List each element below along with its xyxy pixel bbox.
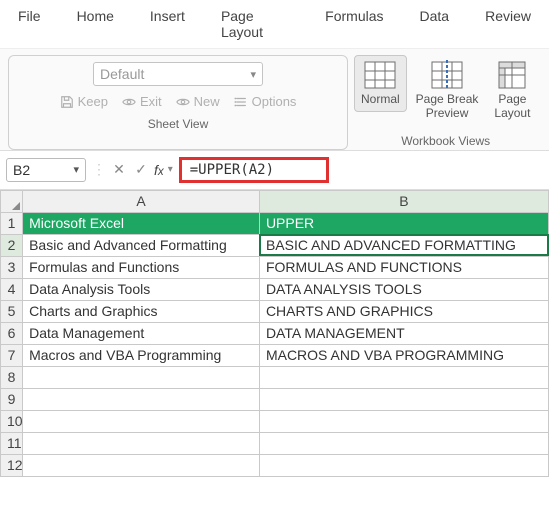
formula-input[interactable]: =UPPER(A2) <box>179 157 329 183</box>
grid-icon <box>495 60 529 90</box>
menu-item-formulas[interactable]: Formulas <box>307 4 401 44</box>
spreadsheet-grid[interactable]: A B 1Microsoft ExcelUPPER 2Basic and Adva… <box>0 190 549 477</box>
fx-icon[interactable]: fx <box>154 162 164 178</box>
sheet-view-dropdown[interactable]: Default ▾ <box>93 62 263 86</box>
sheet-view-group-label: Sheet View <box>148 117 209 131</box>
cell-A3[interactable]: Formulas and Functions <box>23 256 260 278</box>
view-label: Page BreakPreview <box>416 93 479 121</box>
row-header[interactable]: 5 <box>1 300 23 322</box>
sheet-view-dropdown-label: Default <box>100 66 144 82</box>
menu-item-data[interactable]: Data <box>402 4 468 44</box>
cell-B1[interactable]: UPPER <box>259 212 548 234</box>
col-a-label: A <box>136 193 145 209</box>
cell-B3[interactable]: FORMULAS AND FUNCTIONS <box>259 256 548 278</box>
row-header[interactable]: 1 <box>1 212 23 234</box>
view-label: PageLayout <box>494 93 530 121</box>
cell-A4[interactable]: Data Analysis Tools <box>23 278 260 300</box>
view-page-button[interactable]: PageLayout <box>487 55 537 126</box>
row-header[interactable]: 8 <box>1 366 23 388</box>
row-header[interactable]: 9 <box>1 388 23 410</box>
exit-button[interactable]: Exit <box>122 94 162 109</box>
cell-B8[interactable] <box>259 366 548 388</box>
separator: ⋮ <box>92 161 106 178</box>
row-header[interactable]: 3 <box>1 256 23 278</box>
row-header[interactable]: 6 <box>1 322 23 344</box>
cell-A5[interactable]: Charts and Graphics <box>23 300 260 322</box>
workbook-views-group: Normal Page BreakPreview PageLayout Workbo… <box>354 55 537 150</box>
row-header[interactable]: 11 <box>1 432 23 454</box>
row-header[interactable]: 2 <box>1 234 23 256</box>
name-box-value: B2 <box>13 162 30 178</box>
options-label: Options <box>252 94 297 109</box>
menu-item-file[interactable]: File <box>0 4 59 44</box>
column-header-b[interactable]: B <box>259 190 548 212</box>
cell-B9[interactable] <box>259 388 548 410</box>
cell-A2[interactable]: Basic and Advanced Formatting <box>23 234 260 256</box>
grid-icon <box>430 60 464 90</box>
chevron-down-icon: ▾ <box>73 163 79 176</box>
keep-label: Keep <box>78 94 108 109</box>
cancel-formula-button[interactable]: ✕ <box>110 161 128 178</box>
select-all-corner[interactable] <box>1 190 23 212</box>
formula-bar: B2 ▾ ⋮ ✕ ✓ fx ▾ =UPPER(A2) <box>0 150 549 190</box>
chevron-down-icon: ▾ <box>168 164 173 175</box>
exit-label: Exit <box>140 94 162 109</box>
ribbon: Default ▾ Keep Exit New <box>0 49 549 150</box>
cell-A8[interactable] <box>23 366 260 388</box>
col-b-label: B <box>399 193 408 209</box>
options-button[interactable]: Options <box>234 94 297 109</box>
cell-B12[interactable] <box>259 454 548 476</box>
eye-icon <box>176 95 190 109</box>
save-icon <box>60 95 74 109</box>
keep-button[interactable]: Keep <box>60 94 108 109</box>
cell-B4[interactable]: DATA ANALYSIS TOOLS <box>259 278 548 300</box>
sheet-view-group: Default ▾ Keep Exit New <box>8 55 348 150</box>
menu-item-home[interactable]: Home <box>59 4 132 44</box>
view-label: Normal <box>361 93 400 107</box>
formula-text: =UPPER(A2) <box>190 162 274 178</box>
cell-B6[interactable]: DATA MANAGEMENT <box>259 322 548 344</box>
cell-A9[interactable] <box>23 388 260 410</box>
menu-item-insert[interactable]: Insert <box>132 4 203 44</box>
menu-item-page-layout[interactable]: Page Layout <box>203 4 307 44</box>
row-header[interactable]: 10 <box>1 410 23 432</box>
row-header[interactable]: 12 <box>1 454 23 476</box>
cell-A11[interactable] <box>23 432 260 454</box>
cell-B10[interactable] <box>259 410 548 432</box>
cell-B11[interactable] <box>259 432 548 454</box>
new-label: New <box>194 94 220 109</box>
column-header-a[interactable]: A <box>23 190 260 212</box>
row-header[interactable]: 7 <box>1 344 23 366</box>
cell-A1[interactable]: Microsoft Excel <box>23 212 260 234</box>
list-icon <box>234 95 248 109</box>
cell-A6[interactable]: Data Management <box>23 322 260 344</box>
workbook-views-group-label: Workbook Views <box>401 134 490 148</box>
menu-bar: FileHomeInsertPage LayoutFormulasDataRev… <box>0 0 549 49</box>
view-page-button[interactable]: Page BreakPreview <box>409 55 486 126</box>
new-button[interactable]: New <box>176 94 220 109</box>
cell-B2[interactable]: BASIC AND ADVANCED FORMATTING <box>259 234 548 256</box>
cell-A12[interactable] <box>23 454 260 476</box>
cell-B5[interactable]: CHARTS AND GRAPHICS <box>259 300 548 322</box>
cell-A7[interactable]: Macros and VBA Programming <box>23 344 260 366</box>
name-box[interactable]: B2 ▾ <box>6 158 86 182</box>
chevron-down-icon: ▾ <box>250 68 256 81</box>
view-normal-button[interactable]: Normal <box>354 55 407 112</box>
row-header[interactable]: 4 <box>1 278 23 300</box>
cell-A10[interactable] <box>23 410 260 432</box>
accept-formula-button[interactable]: ✓ <box>132 161 150 178</box>
cell-B7[interactable]: MACROS AND VBA PROGRAMMING <box>259 344 548 366</box>
eye-icon <box>122 95 136 109</box>
grid-icon <box>363 60 397 90</box>
menu-item-review[interactable]: Review <box>467 4 549 44</box>
